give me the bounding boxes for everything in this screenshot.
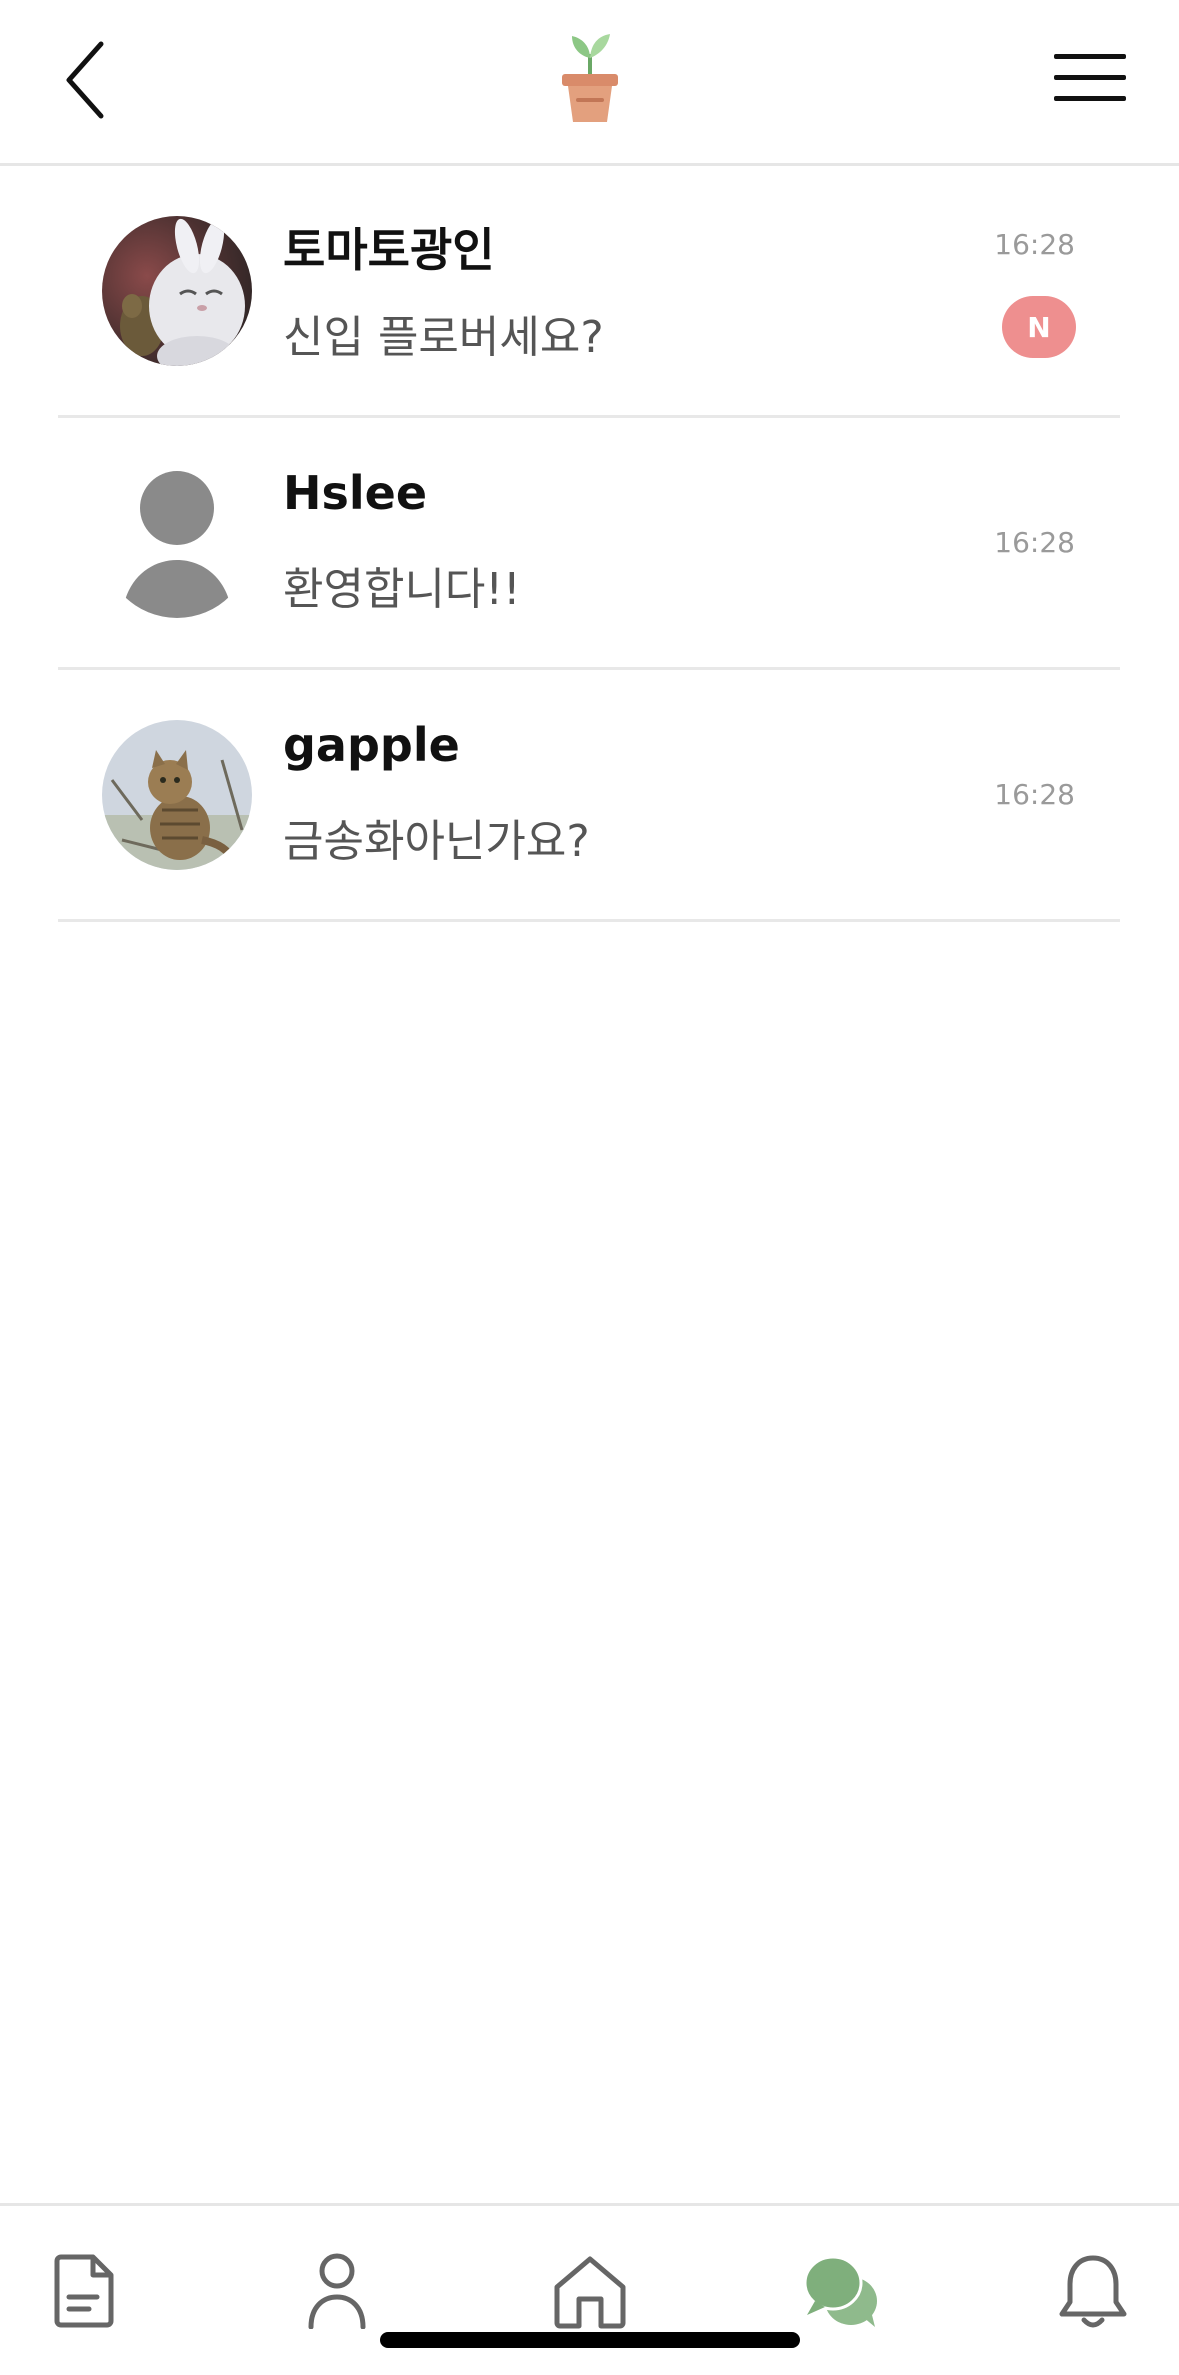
avatar: [102, 468, 252, 618]
chat-time: 16:28: [994, 778, 1075, 811]
nav-documents[interactable]: [40, 2246, 130, 2336]
chat-time: 16:28: [994, 526, 1075, 559]
home-indicator[interactable]: [380, 2332, 800, 2348]
document-icon: [54, 2254, 114, 2328]
back-button[interactable]: [50, 30, 120, 130]
chevron-left-icon: [66, 41, 104, 119]
chat-time: 16:28: [994, 228, 1075, 261]
nav-notifications[interactable]: [1048, 2246, 1138, 2336]
chat-name: gapple: [283, 718, 460, 772]
menu-button[interactable]: [1050, 48, 1130, 108]
chat-row[interactable]: Hslee 환영합니다!! 16:28: [58, 418, 1120, 670]
chat-row[interactable]: gapple 금송화아닌가요? 16:28: [58, 670, 1120, 922]
chat-last-message: 금송화아닌가요?: [283, 816, 590, 867]
home-icon: [554, 2256, 626, 2329]
potted-sprout-icon: [562, 34, 618, 122]
app-logo: [550, 28, 630, 128]
chat-list-screen: 토마토광인 신입 플로버세요? 16:28 N Hslee 환영합니다!! 16…: [0, 0, 1179, 2375]
chat-row[interactable]: 토마토광인 신입 플로버세요? 16:28 N: [58, 166, 1120, 418]
hamburger-menu-icon: [1054, 54, 1126, 101]
white-cat-cartoon-avatar: [102, 216, 252, 366]
chat-bubbles-icon: [803, 2255, 877, 2327]
chat-last-message: 환영합니다!!: [283, 564, 521, 615]
avatar: [102, 720, 252, 870]
bottom-navigation: [0, 2203, 1179, 2375]
chat-last-message: 신입 플로버세요?: [283, 312, 604, 363]
chat-name: Hslee: [283, 466, 428, 520]
tabby-cat-photo-avatar: [102, 720, 252, 870]
new-message-badge: N: [1002, 296, 1076, 358]
avatar: [102, 216, 252, 366]
app-header: [0, 0, 1179, 166]
nav-home[interactable]: [545, 2246, 635, 2336]
chat-name: 토마토광인: [283, 223, 495, 277]
person-icon: [308, 2253, 366, 2329]
nav-chats[interactable]: [796, 2246, 886, 2336]
bell-icon: [1059, 2255, 1127, 2328]
default-person-avatar: [122, 471, 232, 618]
nav-profile[interactable]: [292, 2246, 382, 2336]
chat-list: 토마토광인 신입 플로버세요? 16:28 N Hslee 환영합니다!! 16…: [0, 166, 1179, 922]
